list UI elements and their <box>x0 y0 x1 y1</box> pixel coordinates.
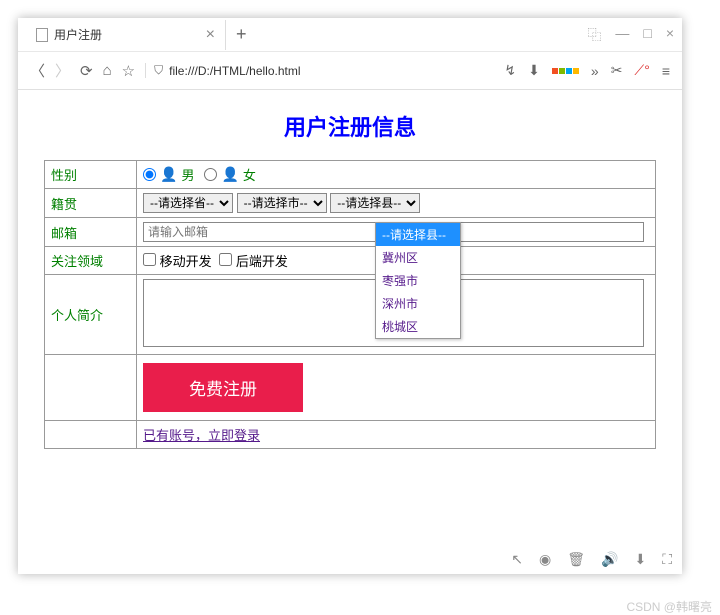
gender-male-text: 男 <box>181 165 194 184</box>
compass-icon[interactable]: ◉ <box>539 551 551 568</box>
city-select[interactable]: --请选择市-- <box>237 193 327 213</box>
county-select[interactable]: --请选择县-- <box>330 193 420 213</box>
dropdown-option-3[interactable]: 深州市 <box>376 292 460 315</box>
apps-icon-2 <box>566 68 579 74</box>
minimize-icon[interactable]: — <box>615 25 629 45</box>
shield-icon: ⛉ <box>154 63 163 78</box>
male-icon: 👤 <box>160 166 177 183</box>
close-tab-icon[interactable]: × <box>206 26 215 44</box>
new-tab-button[interactable]: + <box>226 24 257 45</box>
url-text: file:///D:/HTML/hello.html <box>169 64 300 78</box>
download-status-icon[interactable]: ⬇ <box>634 551 646 568</box>
female-icon: 👤 <box>221 166 238 183</box>
home-icon[interactable]: ⌂ <box>103 62 112 79</box>
submit-cell-label <box>45 355 137 421</box>
dropdown-option-0[interactable]: --请选择县-- <box>376 223 460 246</box>
county-dropdown-list[interactable]: --请选择县-- 冀州区 枣强市 深州市 桃城区 <box>375 222 461 339</box>
login-cell-label <box>45 421 137 449</box>
back-icon[interactable]: 〈 <box>30 60 45 81</box>
speaker-icon[interactable]: 🔊 <box>601 551 618 568</box>
reload-icon[interactable]: ⟳ <box>80 62 93 80</box>
login-link[interactable]: 已有账号，立即登录 <box>143 428 260 443</box>
maximize-icon[interactable]: □ <box>643 25 651 45</box>
gender-female-text: 女 <box>243 165 256 184</box>
trash-icon[interactable]: 🗑 <box>567 551 585 568</box>
forward-icon: 〉 <box>55 60 70 81</box>
gender-male-radio[interactable] <box>143 168 156 181</box>
more-icon[interactable]: » <box>591 63 599 79</box>
email-label: 邮箱 <box>45 218 137 247</box>
province-select[interactable]: --请选择省-- <box>143 193 233 213</box>
dropdown-option-2[interactable]: 枣强市 <box>376 269 460 292</box>
interest-option-0: 移动开发 <box>160 254 212 269</box>
file-icon <box>36 28 48 42</box>
gender-label: 性别 <box>45 161 137 189</box>
dropdown-option-4[interactable]: 桃城区 <box>376 315 460 338</box>
interest-mobile-checkbox[interactable] <box>143 253 156 266</box>
flash-icon[interactable]: ↯ <box>504 62 516 79</box>
address-bar[interactable]: ⛉ file:///D:/HTML/hello.html <box>145 63 494 78</box>
page-cascade-icon[interactable]: ⿻ <box>587 25 601 45</box>
page-title: 用户注册信息 <box>44 110 656 142</box>
gender-female-radio[interactable] <box>204 168 217 181</box>
fullscreen-icon[interactable]: ⛶ <box>662 551 672 568</box>
apps-icon[interactable] <box>552 68 565 74</box>
interest-backend-checkbox[interactable] <box>219 253 232 266</box>
interest-option-1: 后端开发 <box>236 254 288 269</box>
menu-icon[interactable]: ≡ <box>662 63 670 79</box>
browser-tab[interactable]: 用户注册 × <box>26 20 226 50</box>
origin-label: 籍贯 <box>45 189 137 218</box>
statusbar: ↖ ◉ 🗑 🔊 ⬇ ⛶ <box>511 551 672 568</box>
submit-button[interactable]: 免费注册 <box>143 363 303 412</box>
bio-label: 个人简介 <box>45 275 137 355</box>
favorite-icon[interactable]: ☆ <box>122 62 135 80</box>
tab-title: 用户注册 <box>54 26 102 43</box>
download-icon[interactable]: ⬇ <box>528 62 540 79</box>
titlebar: 用户注册 × + ⿻ — □ × <box>18 18 682 52</box>
cursor-icon[interactable]: ↖ <box>511 551 523 568</box>
registration-form: 性别 👤 男 👤 女 籍贯 --请选择省-- --请选择市-- <box>44 160 656 449</box>
dropdown-option-1[interactable]: 冀州区 <box>376 246 460 269</box>
close-window-icon[interactable]: × <box>666 25 674 45</box>
page-content: 用户注册信息 性别 👤 男 👤 女 籍贯 -- <box>18 90 682 459</box>
interest-label: 关注领域 <box>45 247 137 275</box>
toolbar: 〈 〉 ⟳ ⌂ ☆ ⛉ file:///D:/HTML/hello.html ↯… <box>18 52 682 90</box>
scissors-icon[interactable]: ✂ <box>611 62 623 79</box>
wand-icon[interactable]: ⟋° <box>634 62 649 79</box>
watermark: CSDN @韩曙亮 <box>626 598 712 615</box>
